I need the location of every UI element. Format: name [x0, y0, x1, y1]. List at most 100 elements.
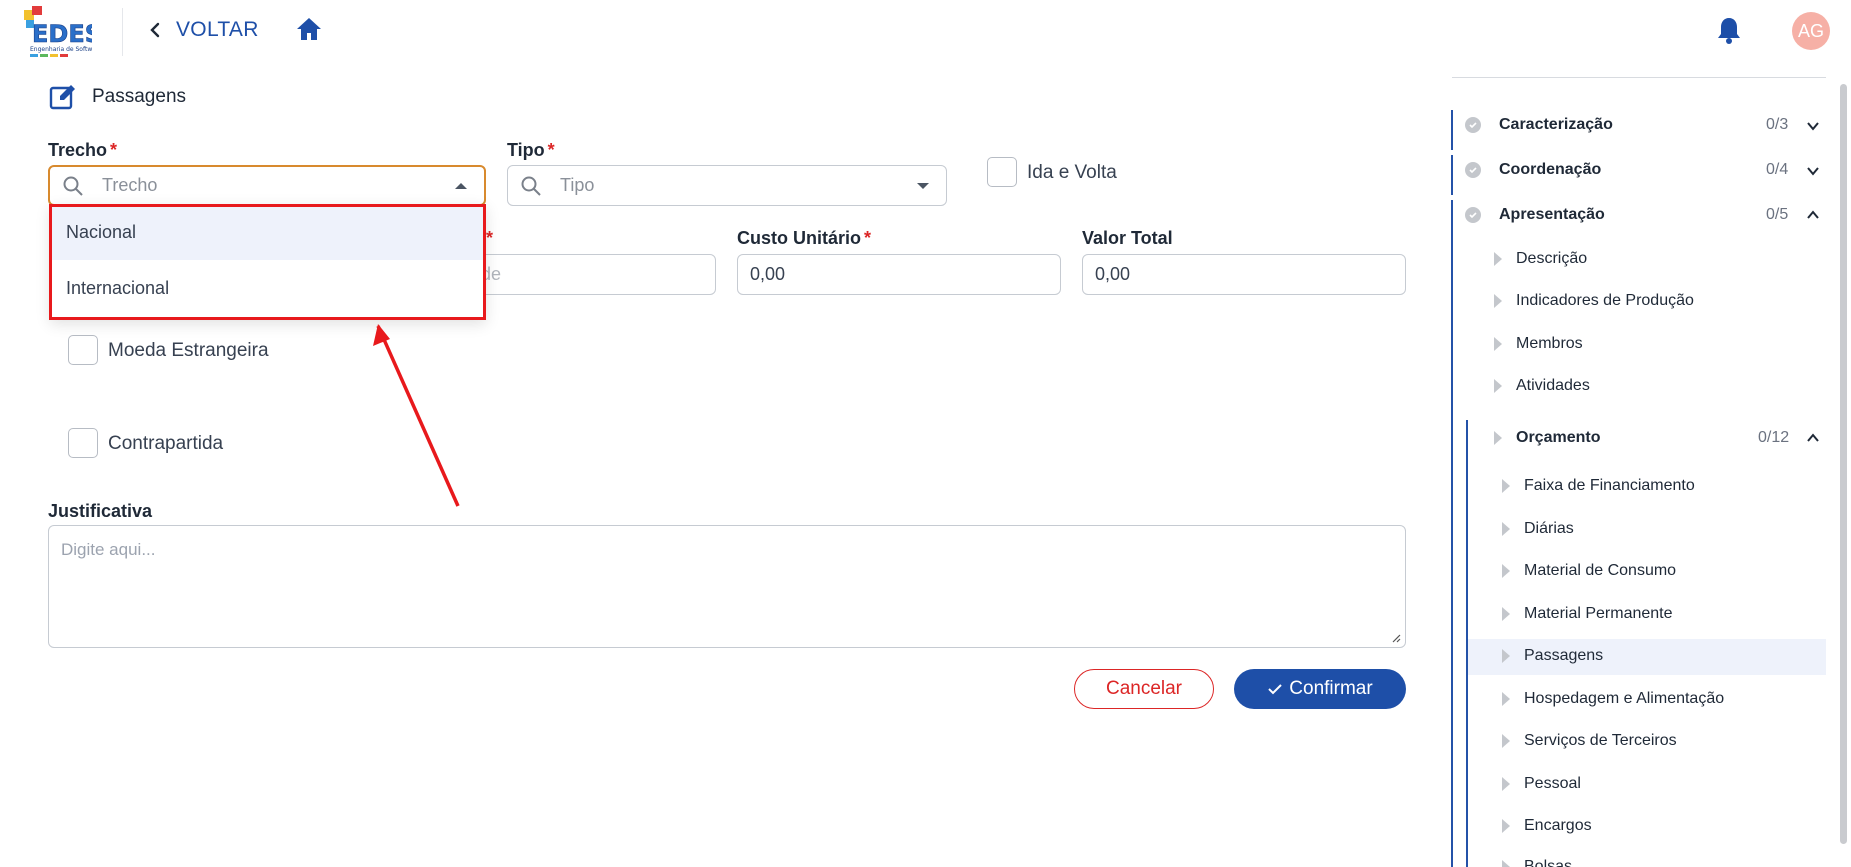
trecho-label-text: Trecho [48, 140, 108, 160]
sidebar-item-membros[interactable]: Membros [1494, 335, 1583, 353]
sidebar-item-orcamento[interactable]: Orçamento [1494, 429, 1600, 447]
sidebar-item-indicadores[interactable]: Indicadores de Produção [1494, 292, 1694, 310]
tipo-placeholder: Tipo [560, 175, 595, 195]
caret-right-icon [1502, 607, 1510, 621]
confirm-button[interactable]: Confirmar [1234, 669, 1406, 709]
notification-bell-icon[interactable] [1714, 14, 1744, 46]
trecho-select[interactable]: Trecho [48, 165, 486, 206]
sidebar-item-label: Diárias [1524, 520, 1574, 537]
sidebar-section-label: Caracterização [1499, 116, 1613, 133]
sidebar-rail [1451, 155, 1453, 195]
search-icon [521, 176, 541, 196]
moeda-estrangeira-checkbox[interactable] [68, 335, 98, 365]
caret-right-icon [1502, 860, 1510, 867]
tipo-select[interactable]: Tipo [507, 165, 947, 206]
valor-total-value: 0,00 [1095, 264, 1131, 284]
back-button[interactable]: VOLTAR [146, 16, 259, 44]
svg-text:Engenharia de Software: Engenharia de Software [30, 46, 92, 53]
chevron-left-icon [150, 22, 160, 38]
trecho-label: Trecho * [48, 140, 117, 161]
required-mark: * [486, 228, 494, 248]
back-label: VOLTAR [176, 18, 259, 41]
sidebar-item-servicos-terceiros[interactable]: Serviços de Terceiros [1502, 732, 1677, 750]
avatar-initials: AG [1797, 20, 1824, 41]
sidebar-item-label: Faixa de Financiamento [1524, 477, 1695, 494]
sidebar-item-label: Material Permanente [1524, 605, 1673, 622]
sidebar-section-count: 0/3 [1766, 116, 1789, 133]
caret-right-icon [1502, 692, 1510, 706]
custo-unitario-label: Custo Unitário * [737, 228, 871, 249]
edes-logo[interactable]: EDES Engenharia de Software [22, 4, 92, 60]
sidebar-item-hospedagem[interactable]: Hospedagem e Alimentação [1502, 690, 1724, 708]
home-icon[interactable] [294, 14, 324, 44]
sidebar-item-atividades[interactable]: Atividades [1494, 377, 1590, 395]
sidebar-orcamento-count: 0/12 [1758, 429, 1790, 446]
sidebar-item-label: Hospedagem e Alimentação [1524, 690, 1725, 707]
sidebar-top-divider [1452, 77, 1826, 78]
caret-right-icon [1502, 564, 1510, 578]
caret-right-icon [1502, 734, 1510, 748]
chevron-up-icon[interactable] [1806, 208, 1820, 222]
annotation-arrow [373, 324, 460, 507]
sidebar-item-label: Membros [1516, 335, 1583, 352]
sidebar-item-descricao[interactable]: Descrição [1494, 250, 1587, 268]
sidebar-item-label: Pessoal [1524, 775, 1581, 792]
trecho-placeholder: Trecho [102, 175, 158, 195]
caret-right-icon [1494, 379, 1502, 393]
sidebar-item-label: Bolsas [1524, 858, 1573, 867]
caret-down-icon [917, 182, 929, 189]
sidebar-item-label: Encargos [1524, 817, 1592, 834]
chevron-up-icon[interactable] [1806, 431, 1820, 445]
sidebar-item-material-consumo[interactable]: Material de Consumo [1502, 562, 1676, 580]
search-icon [63, 176, 83, 196]
user-avatar[interactable]: AG [1792, 12, 1830, 50]
sidebar-item-label: Orçamento [1516, 429, 1601, 446]
sidebar-item-bolsas[interactable]: Bolsas [1502, 858, 1572, 867]
dropdown-option-nacional[interactable]: Nacional [50, 204, 486, 260]
sidebar-item-label: Passagens [1524, 647, 1604, 664]
caret-right-icon [1502, 479, 1510, 493]
sidebar-section-count: 0/5 [1766, 206, 1789, 223]
confirm-label: Confirmar [1289, 678, 1373, 699]
check-circle-icon [1465, 162, 1481, 178]
sidebar-item-encargos[interactable]: Encargos [1502, 817, 1592, 835]
svg-text:EDES: EDES [32, 20, 92, 48]
justificativa-placeholder: Digite aqui... [61, 540, 156, 559]
caret-right-icon [1494, 252, 1502, 266]
sidebar-item-passagens[interactable]: Passagens [1502, 647, 1603, 665]
app-header: EDES Engenharia de Software VOLTAR AG [0, 0, 1851, 64]
contrapartida-checkbox[interactable] [68, 428, 98, 458]
sidebar-section-count: 0/4 [1766, 161, 1789, 178]
justificativa-textarea[interactable]: Digite aqui... [48, 525, 1406, 648]
sidebar-item-pessoal[interactable]: Pessoal [1502, 775, 1581, 793]
resize-handle-icon[interactable] [1391, 633, 1401, 643]
sidebar-section-caracterizacao[interactable]: Caracterização [1465, 116, 1613, 134]
sidebar-item-faixa-financiamento[interactable]: Faixa de Financiamento [1502, 477, 1695, 495]
custo-unitario-value: 0,00 [750, 264, 786, 284]
chevron-down-icon[interactable] [1806, 164, 1820, 178]
custo-unitario-input[interactable]: 0,00 [737, 254, 1061, 295]
cancel-button[interactable]: Cancelar [1074, 669, 1214, 709]
valor-total-label-text: Valor Total [1082, 228, 1173, 248]
sidebar-section-apresentacao[interactable]: Apresentação [1465, 206, 1605, 224]
required-mark: * [110, 140, 118, 160]
tipo-label: Tipo * [507, 140, 555, 161]
valor-total-input[interactable]: 0,00 [1082, 254, 1406, 295]
ida-volta-checkbox[interactable] [987, 157, 1017, 187]
check-circle-icon [1465, 117, 1481, 133]
caret-right-icon [1494, 337, 1502, 351]
sidebar-item-material-permanente[interactable]: Material Permanente [1502, 605, 1673, 623]
caret-up-icon [455, 182, 467, 189]
chevron-down-icon[interactable] [1806, 119, 1820, 133]
dropdown-option-internacional[interactable]: Internacional [50, 260, 486, 316]
caret-right-icon [1502, 522, 1510, 536]
valor-total-label: Valor Total [1082, 228, 1173, 249]
caret-right-icon [1494, 294, 1502, 308]
sidebar-item-diarias[interactable]: Diárias [1502, 520, 1574, 538]
sidebar-scrollbar[interactable] [1840, 84, 1847, 844]
sidebar-item-label: Descrição [1516, 250, 1588, 267]
check-circle-icon [1465, 207, 1481, 223]
sidebar-item-label: Atividades [1516, 377, 1590, 394]
justificativa-label-text: Justificativa [48, 501, 153, 521]
sidebar-section-coordenacao[interactable]: Coordenação [1465, 161, 1601, 179]
